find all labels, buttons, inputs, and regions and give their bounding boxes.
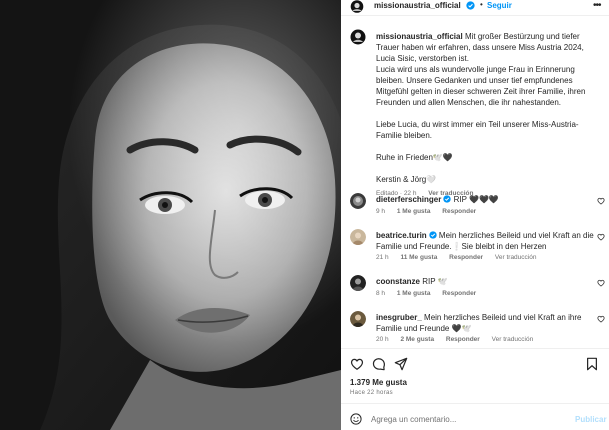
save-bookmark-icon[interactable]	[585, 357, 599, 371]
publish-button[interactable]: Publicar	[575, 415, 607, 424]
add-comment-input[interactable]	[371, 412, 561, 426]
more-options-icon[interactable]: •••	[593, 0, 601, 11]
caption-text: missionaustria_official Mit großer Bestü…	[376, 31, 601, 199]
caption-line-2: Lucia wird uns als wundervolle junge Fra…	[376, 65, 586, 107]
verified-badge-icon	[466, 1, 475, 10]
like-comment-heart-icon[interactable]	[597, 279, 605, 287]
like-comment-heart-icon[interactable]	[597, 233, 605, 241]
see-translation-link[interactable]: Ver traducción	[495, 254, 537, 261]
comment-avatar[interactable]	[350, 275, 366, 291]
comment-text: beatrice.turin Mein herzliches Beileid u…	[376, 230, 601, 252]
like-comment-heart-icon[interactable]	[597, 315, 605, 323]
post-actions	[341, 348, 609, 376]
comment-username[interactable]: inesgruber_	[376, 313, 422, 322]
reply-button[interactable]: Responder	[449, 254, 483, 261]
comment-avatar[interactable]	[350, 229, 366, 245]
comment-meta: 8 h 1 Me gusta Responder	[376, 290, 486, 297]
comment-time: 21 h	[376, 254, 389, 261]
reply-button[interactable]: Responder	[446, 336, 480, 343]
reply-button[interactable]: Responder	[442, 290, 476, 297]
verified-badge-icon	[429, 231, 437, 239]
comment-body: RIP 🕊️	[422, 277, 448, 286]
post-sidebar: missionaustria_official • Seguir ••• mis…	[341, 0, 609, 430]
verified-badge-icon	[443, 195, 452, 203]
follow-button[interactable]: Seguir	[487, 1, 512, 10]
caption-line-3: Liebe Lucia, du wirst immer ein Teil uns…	[376, 120, 579, 140]
emoji-icon[interactable]	[350, 413, 362, 425]
comment-likes[interactable]: 1 Me gusta	[397, 290, 431, 297]
like-heart-icon[interactable]	[350, 357, 364, 371]
comment-time: 9 h	[376, 208, 386, 215]
caption-username[interactable]: missionaustria_official	[376, 32, 463, 41]
separator-dot: •	[480, 0, 483, 9]
portrait-photo	[0, 0, 341, 430]
reply-button[interactable]: Responder	[442, 208, 476, 215]
comment-body: RIP 🖤🖤🖤	[453, 195, 499, 204]
likes-count[interactable]: 1.379 Me gusta	[350, 378, 407, 387]
see-translation-link[interactable]: Ver traducción	[492, 336, 534, 343]
comment-bubble-icon[interactable]	[372, 357, 386, 371]
account-username[interactable]: missionaustria_official	[374, 1, 461, 10]
comment-username[interactable]: dieterferschinger	[376, 195, 441, 204]
avatar-image	[350, 193, 366, 209]
comment-avatar[interactable]	[350, 311, 366, 327]
post-image[interactable]	[0, 0, 341, 430]
avatar-image	[350, 275, 366, 291]
add-comment-bar: Publicar	[341, 403, 609, 430]
post-time-ago: Hace 22 horas	[350, 390, 393, 396]
caption-line-5: Kerstin & Jörg🤍	[376, 175, 437, 184]
avatar-image	[350, 311, 366, 327]
post-header: missionaustria_official • Seguir •••	[341, 0, 609, 16]
comment-likes[interactable]: 11 Me gusta	[400, 254, 437, 261]
comment-time: 20 h	[376, 336, 389, 343]
comment-text: inesgruber_ Mein herzliches Beileid und …	[376, 312, 601, 334]
caption-avatar[interactable]	[350, 29, 366, 45]
comment-time: 8 h	[376, 290, 386, 297]
comment-meta: 9 h 1 Me gusta Responder	[376, 208, 486, 215]
comment-text: coonstanze RIP 🕊️	[376, 276, 601, 287]
avatar-image	[350, 229, 366, 245]
comment-meta: 21 h 11 Me gusta Responder Ver traducció…	[376, 254, 546, 261]
caption-line-4: Ruhe in Frieden🕊️🖤	[376, 153, 453, 162]
account-avatar[interactable]	[350, 0, 364, 13]
comment-likes[interactable]: 2 Me gusta	[400, 336, 434, 343]
comment-meta: 20 h 2 Me gusta Responder Ver traducción	[376, 336, 543, 343]
comment-username[interactable]: coonstanze	[376, 277, 420, 286]
share-send-icon[interactable]	[394, 357, 408, 371]
avatar-image	[350, 0, 364, 13]
avatar-image	[350, 29, 366, 45]
comment-likes[interactable]: 1 Me gusta	[397, 208, 431, 215]
like-comment-heart-icon[interactable]	[597, 197, 605, 205]
comment-username[interactable]: beatrice.turin	[376, 231, 427, 240]
comment-avatar[interactable]	[350, 193, 366, 209]
comment-text: dieterferschinger RIP 🖤🖤🖤	[376, 194, 601, 205]
